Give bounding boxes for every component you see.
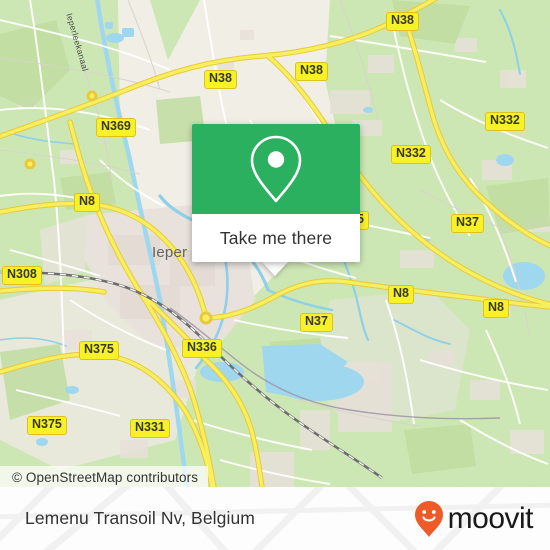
road-shield-n336[interactable]: N336 bbox=[182, 339, 222, 358]
road-shield-n369[interactable]: N369 bbox=[96, 118, 136, 137]
take-me-there-label: Take me there bbox=[219, 227, 333, 248]
road-shield-n8[interactable]: N8 bbox=[483, 299, 509, 318]
road-shield-n37[interactable]: N37 bbox=[300, 313, 333, 332]
road-shield-n38[interactable]: N38 bbox=[386, 12, 419, 31]
road-shield-n375[interactable]: N375 bbox=[27, 416, 67, 435]
location-title: Lemenu Transoil Nv, Belgium bbox=[25, 508, 255, 528]
destination-popup-card[interactable]: Take me there bbox=[192, 124, 360, 262]
road-shield-n375[interactable]: N375 bbox=[79, 341, 119, 360]
popup-pin-panel bbox=[192, 124, 360, 214]
moovit-brand[interactable]: moovit bbox=[414, 487, 534, 550]
road-shield-n8[interactable]: N8 bbox=[74, 193, 100, 212]
road-shield-n332[interactable]: N332 bbox=[485, 112, 525, 131]
moovit-smiling-pin-icon bbox=[414, 500, 443, 537]
popup-pointer-tail bbox=[261, 261, 289, 276]
road-shield-n332[interactable]: N332 bbox=[391, 145, 431, 164]
moovit-wordmark: moovit bbox=[447, 501, 534, 535]
road-shield-n8[interactable]: N8 bbox=[388, 285, 414, 304]
place-label-ieper: Ieper bbox=[152, 244, 188, 261]
moovit-map-screen: Ieperleekanaal Ieper N38 N38 N38 N369 N3… bbox=[0, 0, 550, 550]
map-attribution: © OpenStreetMap contributors bbox=[0, 466, 209, 487]
road-shield-n331[interactable]: N331 bbox=[130, 419, 170, 438]
road-shield-n38[interactable]: N38 bbox=[295, 62, 328, 81]
take-me-there-button[interactable]: Take me there bbox=[192, 214, 360, 262]
footer-bar: Lemenu Transoil Nv, Belgium moovit bbox=[0, 487, 550, 550]
road-shield-n308[interactable]: N308 bbox=[2, 266, 42, 285]
road-shield-n37[interactable]: N37 bbox=[451, 214, 484, 233]
map-pin-icon bbox=[250, 135, 302, 203]
road-shield-n38[interactable]: N38 bbox=[204, 70, 237, 89]
